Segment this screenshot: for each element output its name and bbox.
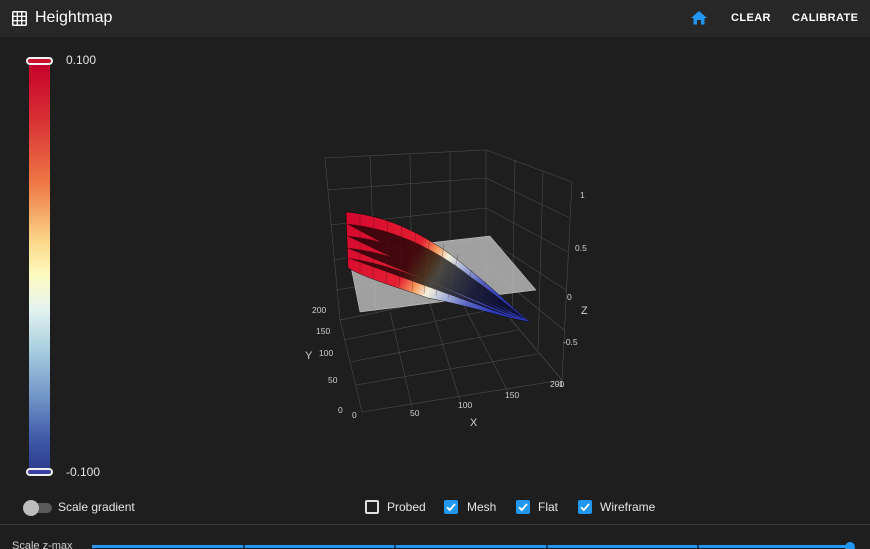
scale-z-max-slider-track[interactable] (92, 545, 850, 548)
scale-gradient-toggle[interactable] (23, 500, 53, 516)
flat-label: Flat (538, 500, 559, 514)
calibrate-button[interactable]: CALIBRATE (792, 12, 858, 24)
gradient-max-label: 0.100 (66, 53, 97, 67)
color-gradient-legend (26, 57, 53, 477)
app-header: Heightmap CLEAR CALIBRATE (0, 0, 870, 37)
clear-button[interactable]: CLEAR (731, 12, 771, 24)
z-tick-label: 0 (567, 292, 572, 302)
x-tick-label: 0 (352, 410, 357, 420)
x-tick-label: 150 (505, 390, 519, 400)
z-axis-label: Z (581, 305, 588, 317)
probed-label: Probed (387, 500, 426, 514)
gradient-min-label: -0.100 (66, 465, 101, 479)
z-tick-label: 1 (580, 190, 585, 200)
toggle-knob (23, 500, 39, 516)
z-tick-label: -0.5 (563, 337, 578, 347)
y-tick-label: 200 (312, 305, 326, 315)
flat-checkbox[interactable] (516, 500, 530, 514)
mesh-checkbox[interactable] (444, 500, 458, 514)
checkmark-icon (580, 503, 590, 512)
slider-tick (243, 545, 245, 548)
x-tick-label: 50 (410, 408, 420, 418)
home-icon[interactable] (688, 8, 710, 28)
slider-tick (546, 545, 548, 548)
y-tick-label: 150 (316, 326, 330, 336)
scale-z-max-slider-thumb[interactable] (845, 542, 855, 549)
y-tick-label: 50 (328, 375, 338, 385)
y-tick-label: 0 (338, 405, 343, 415)
checkmark-icon (446, 503, 456, 512)
y-tick-label: 100 (319, 348, 333, 358)
checkmark-icon (518, 503, 528, 512)
z-tick-label: -1 (556, 379, 564, 389)
wireframe-label: Wireframe (600, 500, 656, 514)
wireframe-checkbox[interactable] (578, 500, 592, 514)
scale-z-max-label: Scale z-max (12, 540, 73, 549)
probed-checkbox[interactable] (365, 500, 379, 514)
gradient-min-handle (26, 468, 53, 476)
slider-tick (394, 545, 396, 548)
divider (0, 524, 870, 525)
gradient-bar (29, 62, 50, 472)
x-tick-label: 100 (458, 400, 472, 410)
z-tick-label: 0.5 (575, 243, 587, 253)
scale-gradient-label: Scale gradient (58, 500, 135, 514)
gradient-max-handle (26, 57, 53, 65)
page-title: Heightmap (35, 9, 113, 26)
heightmap-3d-plot[interactable]: 0 50 100 150 200 X 0 50 100 150 200 Y 1 … (300, 140, 600, 440)
slider-tick (697, 545, 699, 548)
y-axis-label: Y (305, 350, 313, 362)
x-axis-label: X (470, 417, 478, 429)
mesh-label: Mesh (467, 500, 497, 514)
grid-icon (12, 11, 27, 26)
